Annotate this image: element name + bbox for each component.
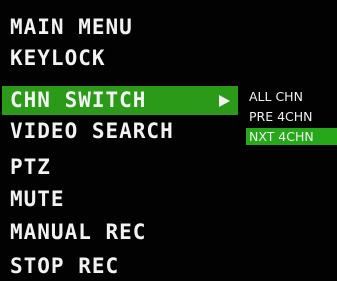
menu-item-label: PTZ: [10, 155, 51, 179]
menu-item-manual-rec[interactable]: MANUAL REC: [0, 218, 240, 247]
submenu-item-label: NXT 4CHN: [249, 129, 314, 144]
right-triangle-icon: [219, 95, 230, 107]
menu-item-keylock[interactable]: KEYLOCK: [0, 44, 240, 73]
chn-switch-submenu: ALL CHN PRE 4CHN NXT 4CHN: [246, 88, 337, 168]
menu-item-label: CHN SWITCH: [10, 88, 147, 112]
submenu-item-label: PRE 4CHN: [249, 109, 313, 124]
menu-item-video-search[interactable]: VIDEO SEARCH: [0, 117, 240, 146]
menu-title: MAIN MENU: [10, 15, 133, 39]
dvr-osd-screen: MAIN MENU KEYLOCK CHN SWITCH VIDEO SEARC…: [0, 0, 337, 281]
main-menu: MAIN MENU KEYLOCK CHN SWITCH VIDEO SEARC…: [0, 0, 240, 281]
menu-item-stop-rec[interactable]: STOP REC: [0, 252, 240, 281]
menu-item-label: KEYLOCK: [10, 46, 106, 70]
menu-item-label: MANUAL REC: [10, 220, 147, 244]
menu-item-mute[interactable]: MUTE: [0, 185, 240, 214]
menu-item-chn-switch[interactable]: CHN SWITCH: [2, 86, 238, 115]
menu-item-label: STOP REC: [10, 254, 120, 278]
submenu-item-pre-4chn[interactable]: PRE 4CHN: [246, 108, 337, 125]
menu-item-ptz[interactable]: PTZ: [0, 153, 240, 182]
submenu-item-label: ALL CHN: [249, 89, 303, 104]
menu-item-label: VIDEO SEARCH: [10, 119, 174, 143]
submenu-item-all-chn[interactable]: ALL CHN: [246, 88, 337, 105]
submenu-item-nxt-4chn[interactable]: NXT 4CHN: [246, 128, 337, 145]
menu-item-label: MUTE: [10, 187, 65, 211]
